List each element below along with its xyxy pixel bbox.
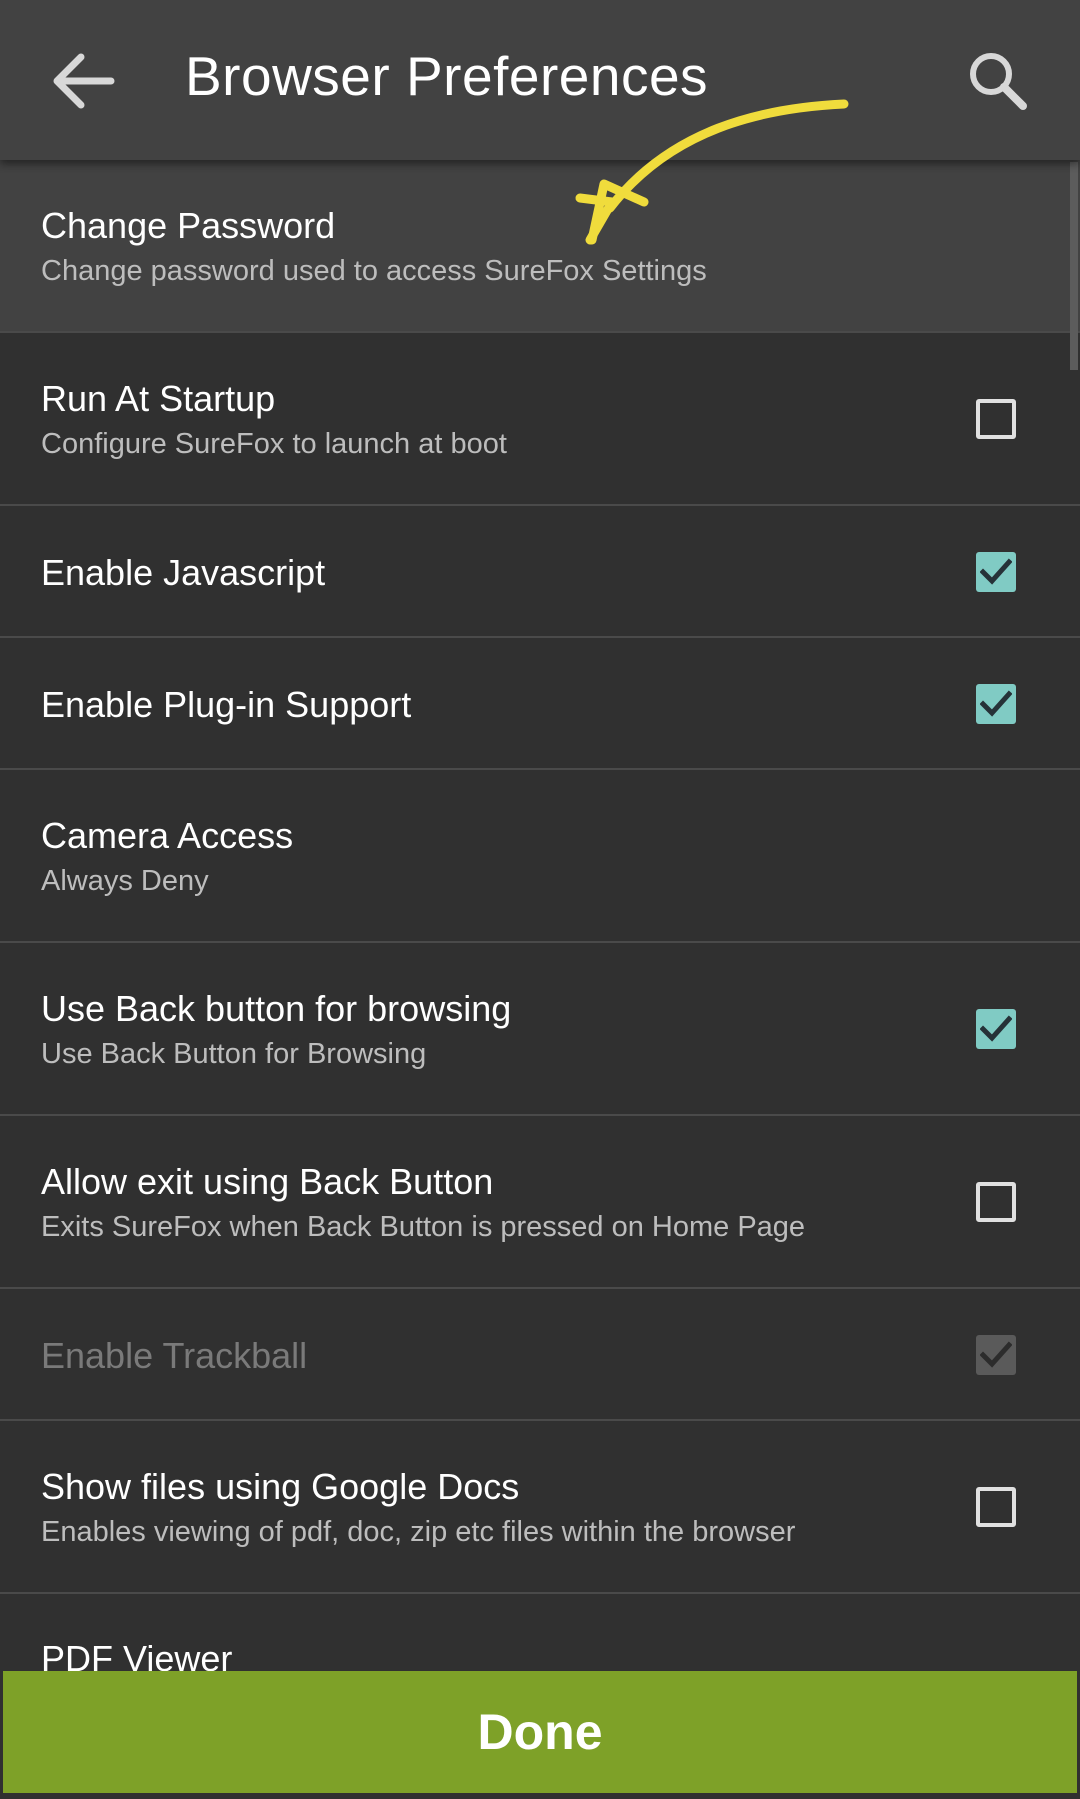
checkmark-icon [980, 690, 1012, 717]
pref-use-back-button[interactable]: Use Back button for browsing Use Back Bu… [0, 943, 1080, 1116]
run-at-startup-checkbox[interactable] [976, 399, 1016, 439]
pref-summary: Enables viewing of pdf, doc, zip etc fil… [41, 1516, 796, 1548]
pref-title: Allow exit using Back Button [41, 1161, 494, 1202]
pref-camera-access[interactable]: Camera Access Always Deny [0, 770, 1080, 943]
pref-change-password[interactable]: Change Password Change password used to … [0, 160, 1080, 333]
google-docs-checkbox[interactable] [976, 1487, 1016, 1527]
done-button[interactable]: Done [3, 1671, 1077, 1793]
pref-enable-plugin-support[interactable]: Enable Plug-in Support [0, 638, 1080, 770]
pref-title: Camera Access [41, 815, 294, 856]
pref-enable-trackball: Enable Trackball [0, 1289, 1080, 1421]
back-button[interactable] [38, 36, 128, 126]
scrollbar[interactable] [1070, 162, 1078, 370]
app-toolbar: Browser Preferences [0, 0, 1080, 160]
checkmark-icon [980, 1341, 1012, 1368]
arrow-left-icon [53, 53, 115, 109]
use-back-button-checkbox[interactable] [976, 1009, 1016, 1049]
allow-exit-checkbox[interactable] [976, 1182, 1016, 1222]
pref-title: Change Password [41, 205, 336, 246]
pref-summary: Change password used to access SureFox S… [41, 255, 707, 287]
pref-show-files-google-docs[interactable]: Show files using Google Docs Enables vie… [0, 1421, 1080, 1594]
pref-summary: Exits SureFox when Back Button is presse… [41, 1211, 806, 1243]
browser-preferences-screen: Browser Preferences Change Password Chan… [0, 0, 1080, 1799]
pref-title: Run At Startup [41, 378, 276, 419]
page-title: Browser Preferences [185, 45, 709, 107]
checkmark-icon [980, 558, 1012, 585]
pref-title: Enable Javascript [41, 552, 326, 593]
pref-summary: Always Deny [41, 865, 209, 897]
pref-enable-javascript[interactable]: Enable Javascript [0, 506, 1080, 638]
pref-title: Enable Trackball [41, 1335, 308, 1376]
pref-summary: Use Back Button for Browsing [41, 1038, 427, 1070]
preferences-list: Change Password Change password used to … [0, 160, 1080, 1714]
pref-title: Show files using Google Docs [41, 1466, 520, 1507]
enable-trackball-checkbox [976, 1335, 1016, 1375]
pref-allow-exit-back-button[interactable]: Allow exit using Back Button Exits SureF… [0, 1116, 1080, 1289]
pref-title: Use Back button for browsing [41, 988, 512, 1029]
pref-title: Enable Plug-in Support [41, 684, 412, 725]
checkmark-icon [980, 1015, 1012, 1042]
search-button[interactable] [950, 36, 1046, 126]
enable-plugin-support-checkbox[interactable] [976, 684, 1016, 724]
enable-javascript-checkbox[interactable] [976, 552, 1016, 592]
pref-summary: Configure SureFox to launch at boot [41, 428, 507, 460]
search-icon [970, 53, 1027, 110]
pref-run-at-startup[interactable]: Run At Startup Configure SureFox to laun… [0, 333, 1080, 506]
